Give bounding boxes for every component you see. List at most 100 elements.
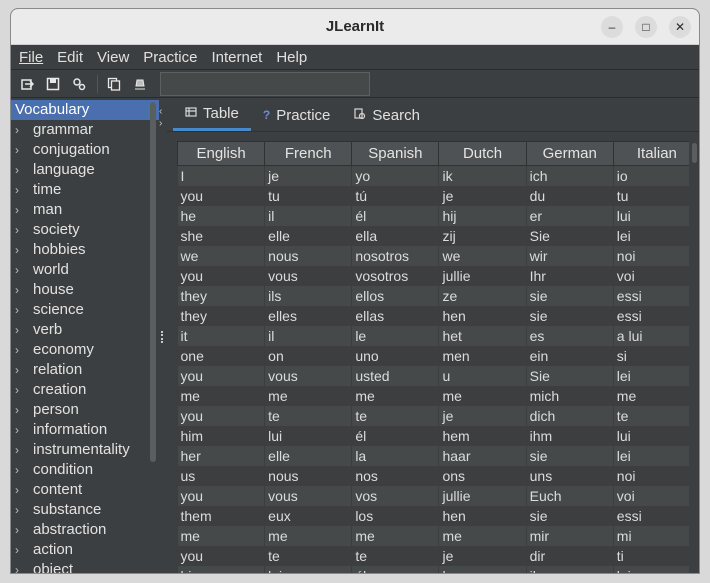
table-cell[interactable]: uno <box>351 345 440 366</box>
vocabulary-tree[interactable]: Vocabulary › grammar › conjugation › langua… <box>11 100 159 573</box>
table-cell[interactable]: ein <box>526 345 614 366</box>
table-row[interactable]: you te te je dich te <box>177 405 699 426</box>
table-row[interactable]: you vous vosotros jullie Ihr voi <box>177 265 699 286</box>
table-row[interactable]: it il le het es a lui <box>177 325 699 346</box>
table-cell[interactable]: lui <box>613 205 699 226</box>
table-cell[interactable]: vous <box>264 485 353 506</box>
tree-item[interactable]: › society <box>11 220 159 240</box>
table-cell[interactable]: zij <box>438 225 527 246</box>
table-cell[interactable]: me <box>613 385 699 406</box>
table-cell[interactable]: hem <box>438 425 527 446</box>
table-cell[interactable]: voi <box>613 485 699 506</box>
table-row[interactable]: they ils ellos ze sie essi <box>177 285 699 306</box>
tree-item[interactable]: › economy <box>11 340 159 360</box>
table-cell[interactable]: ils <box>264 285 353 306</box>
table-cell[interactable]: we <box>177 245 266 266</box>
table-cell[interactable]: eux <box>264 505 353 526</box>
table-cell[interactable]: mi <box>613 525 699 546</box>
tree-item[interactable]: › house <box>11 280 159 300</box>
table-cell[interactable]: sie <box>526 445 614 466</box>
table-cell[interactable]: mir <box>526 525 614 546</box>
collapse-left-icon[interactable]: ‹ <box>159 106 162 117</box>
table-cell[interactable]: ellos <box>351 285 440 306</box>
table-row[interactable]: Ije yo ik ich io <box>177 165 699 186</box>
tree-item[interactable]: › substance <box>11 500 159 520</box>
tree-item[interactable]: › object <box>11 560 159 573</box>
table-cell[interactable]: él <box>351 205 440 226</box>
table-cell[interactable]: essi <box>613 305 699 326</box>
table-cell[interactable]: nous <box>264 245 353 266</box>
column-header[interactable]: English <box>177 141 266 166</box>
table-cell[interactable]: usted <box>351 365 440 386</box>
maximize-button[interactable]: □ <box>635 16 657 38</box>
table-cell[interactable]: te <box>351 405 440 426</box>
table-cell[interactable]: them <box>177 505 266 526</box>
table-cell[interactable]: elles <box>264 305 353 326</box>
vocabulary-table[interactable]: English French Spanish Dutch German Ital… <box>177 141 699 573</box>
table-cell[interactable]: nos <box>351 465 440 486</box>
table-cell[interactable]: essi <box>613 505 699 526</box>
table-cell[interactable]: lui <box>613 425 699 446</box>
tree-item[interactable]: › conjugation <box>11 140 159 160</box>
table-cell[interactable]: yo <box>351 165 440 186</box>
table-cell[interactable]: het <box>438 325 527 346</box>
table-row[interactable]: you te te je dir ti <box>177 545 699 566</box>
tree-item[interactable]: › relation <box>11 360 159 380</box>
table-cell[interactable]: él <box>351 425 440 446</box>
table-cell[interactable]: haar <box>438 445 527 466</box>
settings-icon[interactable] <box>69 74 89 94</box>
table-cell[interactable]: es <box>526 325 614 346</box>
table-cell[interactable]: ti <box>613 545 699 566</box>
tree-item[interactable]: › science <box>11 300 159 320</box>
menu-file[interactable]: File <box>15 49 47 66</box>
menu-view[interactable]: View <box>93 49 133 66</box>
column-header[interactable]: French <box>264 141 353 166</box>
table-cell[interactable]: me <box>351 525 440 546</box>
scrollbar-thumb[interactable] <box>692 143 697 163</box>
table-cell[interactable]: ons <box>438 465 527 486</box>
table-cell[interactable]: her <box>177 445 266 466</box>
column-header[interactable]: Spanish <box>351 141 440 166</box>
tree-item[interactable]: › man <box>11 200 159 220</box>
table-cell[interactable]: me <box>264 385 353 406</box>
table-scrollbar[interactable] <box>689 141 699 573</box>
table-cell[interactable]: la <box>351 445 440 466</box>
title-bar[interactable]: JLearnIt – □ ✕ <box>11 9 699 45</box>
table-cell[interactable]: lui <box>264 425 353 446</box>
table-cell[interactable]: vosotros <box>351 265 440 286</box>
table-cell[interactable]: lui <box>264 565 353 573</box>
table-row[interactable]: he il él hij er lui <box>177 205 699 226</box>
tree-scrollbar[interactable] <box>150 102 156 462</box>
table-row[interactable]: me me me me mich me <box>177 385 699 406</box>
table-row[interactable]: you vous usted u Sie lei <box>177 365 699 386</box>
table-cell[interactable]: io <box>613 165 699 186</box>
tab-practice[interactable]: ? Practice <box>251 99 343 131</box>
table-cell[interactable]: tú <box>351 185 440 206</box>
table-cell[interactable]: dir <box>526 545 614 566</box>
table-cell[interactable]: ihm <box>526 565 614 573</box>
table-cell[interactable]: you <box>177 265 266 286</box>
table-cell[interactable]: you <box>177 365 266 386</box>
table-row[interactable]: you tu tú je du tu <box>177 185 699 206</box>
table-cell[interactable]: ihm <box>526 425 614 446</box>
table-cell[interactable]: hen <box>438 505 527 526</box>
table-cell[interactable]: elle <box>264 445 353 466</box>
table-cell[interactable]: jullie <box>438 265 527 286</box>
table-cell[interactable]: hem <box>438 565 527 573</box>
table-cell[interactable]: me <box>351 385 440 406</box>
stamp-icon[interactable] <box>130 74 150 94</box>
copy-icon[interactable] <box>104 74 124 94</box>
table-cell[interactable]: nosotros <box>351 245 440 266</box>
tree-item[interactable]: › time <box>11 180 159 200</box>
table-cell[interactable]: you <box>177 405 266 426</box>
table-cell[interactable]: il <box>264 205 353 226</box>
table-cell[interactable]: lei <box>613 365 699 386</box>
table-row[interactable]: one on uno men ein si <box>177 345 699 366</box>
table-cell[interactable]: mich <box>526 385 614 406</box>
table-cell[interactable]: ellas <box>351 305 440 326</box>
table-cell[interactable]: they <box>177 285 266 306</box>
table-row[interactable]: himluiélhemihmlui <box>177 565 699 573</box>
table-cell[interactable]: Ihr <box>526 265 614 286</box>
expand-right-icon[interactable]: › <box>159 118 162 129</box>
tree-item[interactable]: › verb <box>11 320 159 340</box>
